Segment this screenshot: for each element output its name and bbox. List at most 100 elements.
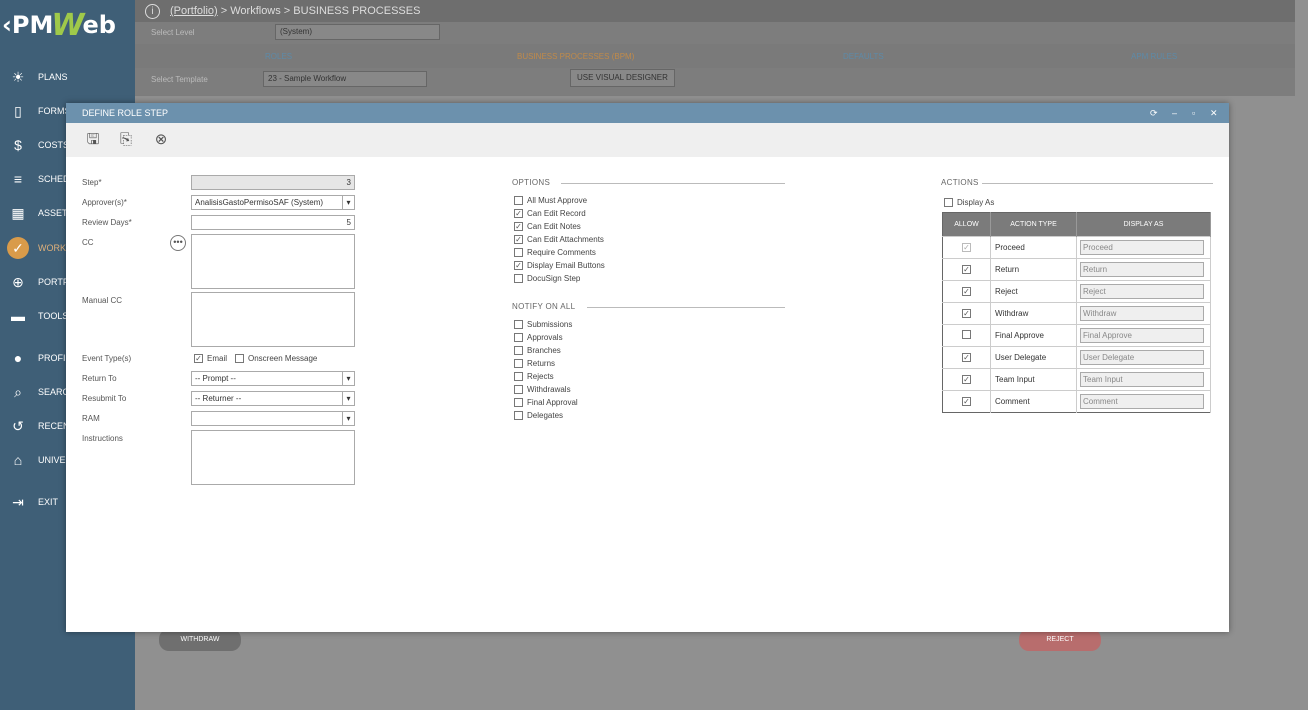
select-level-dropdown[interactable]: (System) (275, 24, 440, 40)
option-checkbox[interactable]: ✓ Display Email Buttons (514, 261, 605, 270)
review-days-field[interactable]: 5 (191, 215, 355, 230)
notify-checkbox[interactable]: Returns (514, 359, 555, 368)
select-level-label: Select Level (151, 28, 195, 37)
return-to-dropdown[interactable]: -- Prompt -- (191, 371, 355, 386)
action-type-column-header: ACTION TYPE (990, 212, 1077, 237)
sidebar-item-label: PROFI (38, 353, 66, 363)
allow-checkbox[interactable]: ✓ (962, 397, 971, 406)
breadcrumb-portfolio-link[interactable]: (Portfolio) (170, 5, 218, 17)
allow-checkbox[interactable]: ✓ (962, 353, 971, 362)
allow-checkbox[interactable] (962, 330, 971, 339)
action-type-cell: Team Input (990, 368, 1077, 391)
option-checkbox[interactable]: All Must Approve (514, 196, 587, 205)
save-icon[interactable]: 🖫 (83, 130, 103, 150)
tab-roles[interactable]: ROLES (265, 52, 292, 61)
display-as-input[interactable]: Proceed (1080, 240, 1204, 255)
breadcrumb: i (Portfolio) > Workflows > BUSINESS PRO… (135, 0, 1295, 22)
action-row: ✓ Reject Reject (942, 280, 1211, 303)
maximize-icon[interactable]: ▫ (1192, 108, 1195, 118)
allow-checkbox[interactable]: ✓ (962, 375, 971, 384)
display-as-input[interactable]: Reject (1080, 284, 1204, 299)
resubmit-to-dropdown[interactable]: -- Returner -- (191, 391, 355, 406)
option-checkbox[interactable]: ✓ Can Edit Notes (514, 222, 581, 231)
user-icon: ● (13, 350, 23, 366)
minimize-icon[interactable]: – (1172, 108, 1177, 118)
display-as-checkbox[interactable]: Display As (944, 198, 994, 207)
instructions-label: Instructions (82, 434, 123, 443)
manual-cc-textarea[interactable] (191, 292, 355, 347)
info-icon[interactable]: i (145, 3, 160, 19)
approvers-label: Approver(s)* (82, 198, 127, 207)
sidebar-item-label: SEARC (38, 387, 70, 397)
notify-checkbox[interactable]: Rejects (514, 372, 554, 381)
display-as-input[interactable]: Comment (1080, 394, 1204, 409)
allow-checkbox[interactable]: ✓ (962, 287, 971, 296)
schedule-icon: ≡ (13, 171, 23, 187)
action-row: ✓ Team Input Team Input (942, 368, 1211, 391)
select-template-dropdown[interactable]: 23 - Sample Workflow (263, 71, 427, 87)
notify-checkbox[interactable]: Withdrawals (514, 385, 571, 394)
allow-checkbox[interactable]: ✓ (962, 309, 971, 318)
save-close-icon[interactable]: ⎘ (116, 130, 136, 150)
sidebar-item-label: PORTF (38, 277, 69, 287)
action-type-cell: Comment (990, 390, 1077, 413)
action-type-cell: Withdraw (990, 302, 1077, 325)
display-as-input[interactable]: Team Input (1080, 372, 1204, 387)
lightbulb-icon: ☀ (11, 68, 25, 85)
action-row: ✓ Withdraw Withdraw (942, 302, 1211, 325)
step-field[interactable]: 3 (191, 175, 355, 190)
notify-checkbox[interactable]: Approvals (514, 333, 563, 342)
visual-designer-button[interactable]: USE VISUAL DESIGNER (570, 69, 675, 87)
allow-checkbox[interactable]: ✓ (962, 243, 971, 252)
notify-checkbox[interactable]: Final Approval (514, 398, 578, 407)
tab-defaults[interactable]: DEFAULTS (843, 52, 884, 61)
option-checkbox[interactable]: Require Comments (514, 248, 596, 257)
onscreen-message-checkbox[interactable]: Onscreen Message (235, 354, 317, 363)
ram-label: RAM (82, 414, 100, 423)
tab-business-processes[interactable]: BUSINESS PROCESSES (BPM) (517, 52, 634, 61)
cc-textarea[interactable] (191, 234, 355, 289)
options-section-title: OPTIONS (512, 178, 551, 187)
sidebar-item-label: RECEN (38, 421, 70, 431)
sidebar-item-label: WORK (38, 243, 66, 253)
option-checkbox[interactable]: ✓ Can Edit Attachments (514, 235, 604, 244)
option-checkbox[interactable]: DocuSign Step (514, 274, 580, 283)
sidebar-item-label: PLANS (38, 72, 68, 82)
select-template-label: Select Template (151, 75, 208, 84)
review-days-label: Review Days* (82, 218, 132, 227)
globe-icon: ⊕ (12, 273, 24, 290)
display-as-input[interactable]: Withdraw (1080, 306, 1204, 321)
instructions-textarea[interactable] (191, 430, 355, 485)
manual-cc-label: Manual CC (82, 296, 123, 305)
allow-column-header: ALLOW (942, 212, 991, 237)
approvers-dropdown[interactable]: AnalisisGastoPermisoSAF (System) (191, 195, 355, 210)
notify-checkbox[interactable]: Submissions (514, 320, 572, 329)
sidebar-item-plans[interactable]: ☀ PLANS (0, 60, 135, 94)
tab-apm-rules[interactable]: APM RULES (1131, 52, 1177, 61)
cancel-icon[interactable]: ⊗ (151, 130, 171, 150)
sidebar-item-label: COSTS (38, 140, 70, 150)
sidebar-item-label: UNIVE (38, 455, 66, 465)
option-checkbox[interactable]: ✓ Can Edit Record (514, 209, 586, 218)
withdraw-node[interactable]: WITHDRAW (159, 629, 241, 651)
pmweb-logo[interactable]: ‹PM Web (2, 5, 132, 45)
action-type-cell: User Delegate (990, 346, 1077, 369)
display-as-input[interactable]: Return (1080, 262, 1204, 277)
email-checkbox[interactable]: ✓ Email (194, 354, 227, 363)
breadcrumb-path: > Workflows > BUSINESS PROCESSES (217, 5, 421, 17)
cc-lookup-button[interactable]: ••• (170, 235, 186, 251)
notify-checkbox[interactable]: Delegates (514, 411, 563, 420)
dollar-icon: $ (14, 137, 22, 153)
dialog-toolbar: 🖫 ⎘ ⊗ (66, 123, 1229, 157)
allow-checkbox[interactable]: ✓ (962, 265, 971, 274)
display-as-column-header: DISPLAY AS (1076, 212, 1211, 237)
ram-dropdown[interactable] (191, 411, 355, 426)
display-as-input[interactable]: Final Approve (1080, 328, 1204, 343)
define-role-step-dialog: DEFINE ROLE STEP ⟳ – ▫ ✕ 🖫 ⎘ ⊗ Step* 3 A… (66, 103, 1229, 632)
close-icon[interactable]: ✕ (1210, 108, 1218, 119)
reject-node[interactable]: REJECT (1019, 629, 1101, 651)
document-icon: ▯ (14, 102, 22, 119)
display-as-input[interactable]: User Delegate (1080, 350, 1204, 365)
notify-checkbox[interactable]: Branches (514, 346, 561, 355)
refresh-icon[interactable]: ⟳ (1150, 108, 1158, 119)
